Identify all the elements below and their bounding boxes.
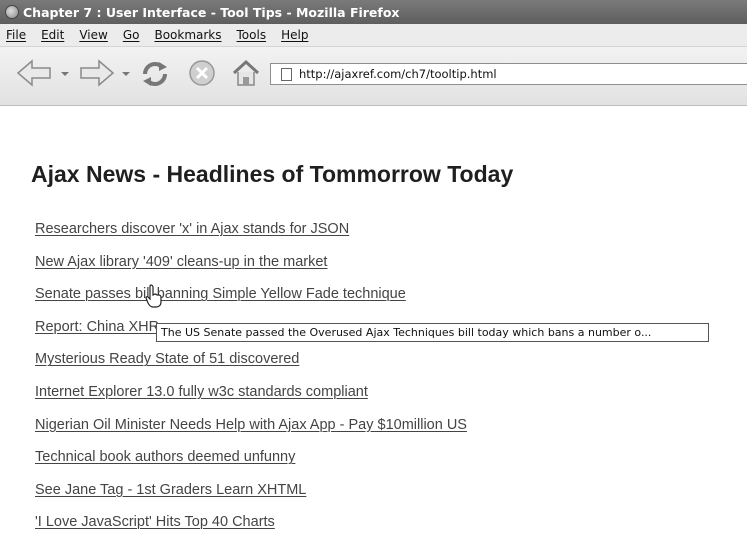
title-bar: Chapter 7 : User Interface - Tool Tips -… — [0, 0, 747, 24]
stop-icon[interactable] — [186, 57, 218, 89]
menu-go[interactable]: Go — [123, 28, 140, 42]
forward-dropdown-icon[interactable] — [121, 71, 131, 77]
browser-window: Chapter 7 : User Interface - Tool Tips -… — [0, 0, 747, 546]
menu-file[interactable]: File — [6, 28, 26, 42]
menu-help[interactable]: Help — [281, 28, 308, 42]
menu-edit[interactable]: Edit — [41, 28, 64, 42]
news-link[interactable]: New Ajax library '409' cleans-up in the … — [35, 254, 327, 270]
news-link[interactable]: 'I Love JavaScript' Hits Top 40 Charts — [35, 514, 275, 530]
news-link[interactable]: Senate passes bill banning Simple Yellow… — [35, 286, 406, 302]
forward-arrow-icon[interactable] — [77, 57, 117, 89]
list-item: Nigerian Oil Minister Needs Help with Aj… — [35, 414, 467, 447]
hand-cursor-icon — [145, 284, 162, 308]
list-item: New Ajax library '409' cleans-up in the … — [35, 251, 467, 284]
page-headline: Ajax News - Headlines of Tommorrow Today — [31, 161, 514, 187]
page-content: Ajax News - Headlines of Tommorrow Today… — [0, 106, 747, 546]
menu-bookmarks[interactable]: Bookmarks — [154, 28, 221, 42]
news-link[interactable]: Mysterious Ready State of 51 discovered — [35, 351, 299, 367]
reload-icon[interactable] — [137, 57, 173, 91]
list-item: Senate passes bill banning Simple Yellow… — [35, 283, 467, 316]
navigation-toolbar: http://ajaxref.com/ch7/tooltip.html — [0, 47, 747, 106]
back-arrow-icon[interactable] — [14, 57, 54, 89]
firefox-icon — [5, 5, 19, 19]
list-item: Mysterious Ready State of 51 discovered — [35, 348, 467, 381]
list-item: 'I Love JavaScript' Hits Top 40 Charts — [35, 511, 467, 544]
news-link[interactable]: Report: China XHR — [35, 319, 159, 335]
address-bar[interactable]: http://ajaxref.com/ch7/tooltip.html — [270, 63, 747, 85]
list-item: Internet Explorer 13.0 fully w3c standar… — [35, 381, 467, 414]
news-link[interactable]: Nigerian Oil Minister Needs Help with Aj… — [35, 417, 467, 433]
list-item: Technical book authors deemed unfunny — [35, 446, 467, 479]
news-link[interactable]: Technical book authors deemed unfunny — [35, 449, 295, 465]
list-item: Researchers discover 'x' in Ajax stands … — [35, 218, 467, 251]
news-list: Researchers discover 'x' in Ajax stands … — [35, 218, 467, 544]
news-link[interactable]: Internet Explorer 13.0 fully w3c standar… — [35, 384, 368, 400]
menu-tools[interactable]: Tools — [237, 28, 267, 42]
list-item: See Jane Tag - 1st Graders Learn XHTML — [35, 479, 467, 512]
menu-view[interactable]: View — [79, 28, 107, 42]
news-link[interactable]: Researchers discover 'x' in Ajax stands … — [35, 221, 349, 237]
menu-bar: File Edit View Go Bookmarks Tools Help — [0, 24, 747, 47]
news-link[interactable]: See Jane Tag - 1st Graders Learn XHTML — [35, 482, 306, 498]
home-icon[interactable] — [230, 57, 262, 89]
window-title: Chapter 7 : User Interface - Tool Tips -… — [23, 4, 400, 20]
url-text[interactable]: http://ajaxref.com/ch7/tooltip.html — [299, 67, 497, 81]
tooltip: The US Senate passed the Overused Ajax T… — [156, 323, 709, 342]
back-dropdown-icon[interactable] — [60, 71, 70, 77]
page-icon — [281, 67, 292, 81]
